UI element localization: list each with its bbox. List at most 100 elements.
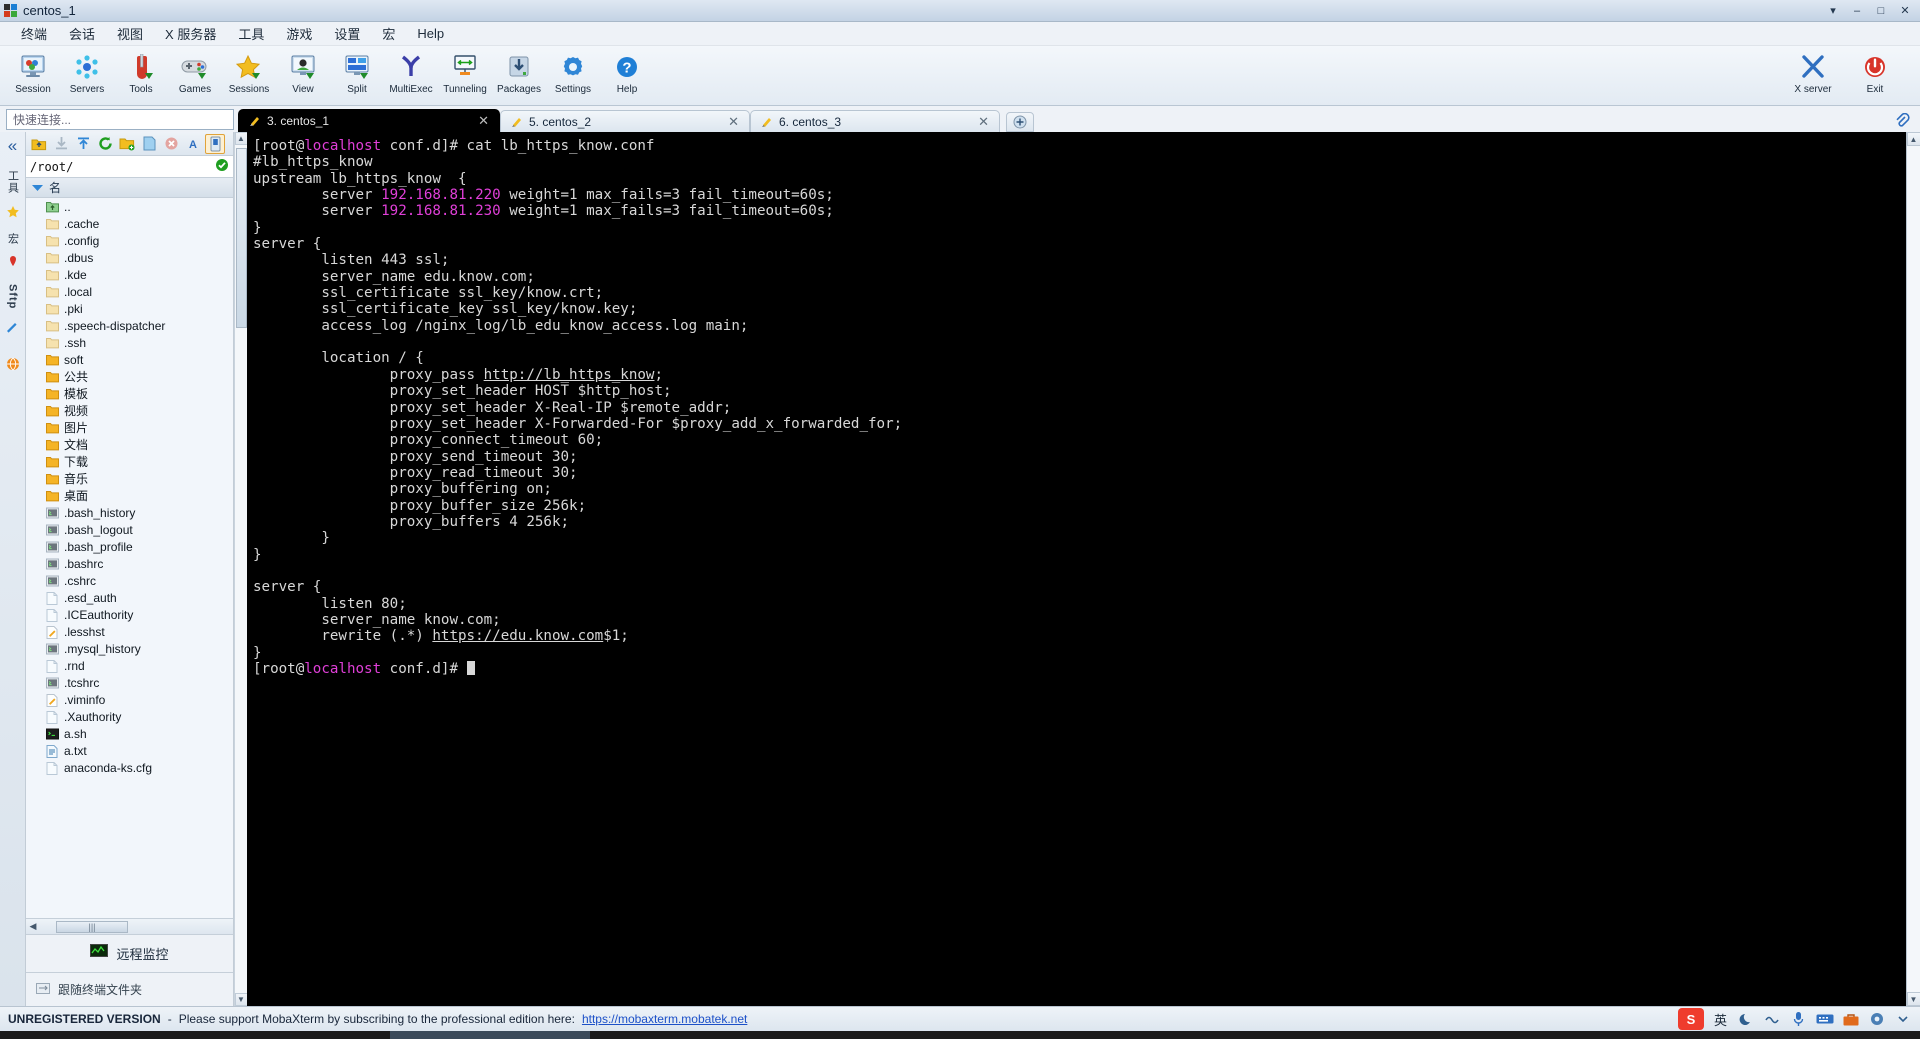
star-icon[interactable]	[6, 205, 20, 222]
mic-icon[interactable]	[1789, 1010, 1808, 1029]
upload-icon[interactable]	[73, 134, 93, 154]
sftp-horizontal-scrollbar[interactable]: ◀ |||	[26, 918, 233, 934]
file-row[interactable]: 视频	[26, 402, 233, 419]
new-folder-icon[interactable]	[117, 134, 137, 154]
close-button[interactable]: ✕	[1894, 3, 1916, 19]
file-row[interactable]: soft	[26, 351, 233, 368]
toolbox-icon[interactable]	[1841, 1010, 1860, 1029]
toolbar-view-button[interactable]: View	[276, 49, 330, 95]
file-row[interactable]: .ssh	[26, 334, 233, 351]
file-row[interactable]: .speech-dispatcher	[26, 317, 233, 334]
follow-terminal-folder-row[interactable]: 跟随终端文件夹	[26, 972, 233, 1006]
file-row[interactable]: 公共	[26, 368, 233, 385]
file-row[interactable]: .esd_auth	[26, 589, 233, 606]
toolbar-tunneling-button[interactable]: Tunneling	[438, 49, 492, 95]
moon-icon[interactable]	[1737, 1010, 1756, 1029]
mobaxterm-link[interactable]: https://mobaxterm.mobatek.net	[582, 1012, 747, 1026]
scroll-track[interactable]	[234, 145, 248, 993]
globe-icon[interactable]	[6, 357, 20, 374]
file-row[interactable]: .Xauthority	[26, 708, 233, 725]
maximize-button[interactable]: □	[1870, 3, 1892, 19]
pin-icon[interactable]	[7, 256, 19, 273]
terminal-scroll-track[interactable]	[1906, 146, 1920, 992]
toolbar-packages-button[interactable]: Packages	[492, 49, 546, 95]
menu-item-help[interactable]: Help	[406, 23, 455, 44]
scroll-down-arrow[interactable]: ▼	[234, 993, 248, 1006]
menu-item-session[interactable]: 会话	[58, 21, 106, 46]
toolbar-servers-button[interactable]: Servers	[60, 49, 114, 95]
menu-item-xserver[interactable]: X 服务器	[154, 21, 227, 46]
tab-close-icon[interactable]: ✕	[728, 114, 739, 130]
scroll-up-arrow[interactable]: ▲	[234, 132, 248, 145]
file-row[interactable]: 模板	[26, 385, 233, 402]
file-row[interactable]: ..	[26, 198, 233, 215]
tab-centos-1[interactable]: 3. centos_1 ✕	[238, 109, 500, 132]
toolbar-games-button[interactable]: Games	[168, 49, 222, 95]
download-icon[interactable]	[51, 134, 71, 154]
file-row[interactable]: .local	[26, 283, 233, 300]
sftp-path-bar[interactable]: /root/	[26, 156, 233, 178]
tab-close-icon[interactable]: ✕	[478, 113, 489, 129]
file-row[interactable]: .lesshst	[26, 623, 233, 640]
attach-icon[interactable]	[1894, 112, 1910, 132]
file-row[interactable]: .dbus	[26, 249, 233, 266]
rail-label-tools[interactable]: 工具	[5, 164, 21, 200]
toolbar-xserver-button[interactable]: X server	[1782, 49, 1844, 95]
toolbar-settings-button[interactable]: Settings	[546, 49, 600, 95]
rail-label-sftp[interactable]: Sftp	[7, 278, 19, 315]
keyboard-icon[interactable]	[1815, 1010, 1834, 1029]
ime-mode-label[interactable]: 英	[1711, 1010, 1730, 1029]
file-row[interactable]: .cache	[26, 215, 233, 232]
file-row[interactable]: .mysql_history	[26, 640, 233, 657]
chevron-icon[interactable]	[1893, 1010, 1912, 1029]
terminal-scroll-up-arrow[interactable]: ▲	[1906, 132, 1920, 146]
rail-label-macros[interactable]: 宏	[5, 227, 21, 251]
quick-connect-input[interactable]: 快速连接...	[6, 108, 234, 130]
toolbar-tools-button[interactable]: Tools	[114, 49, 168, 95]
file-row[interactable]: .bash_history	[26, 504, 233, 521]
file-row[interactable]: a.txt	[26, 742, 233, 759]
file-row[interactable]: .tcshrc	[26, 674, 233, 691]
minimize-button[interactable]: –	[1846, 3, 1868, 19]
terminal-scrollbar[interactable]: ▲ ▼	[1906, 132, 1920, 1006]
parent-folder-icon[interactable]	[29, 134, 49, 154]
remote-monitoring-button[interactable]: 远程监控	[26, 934, 233, 972]
scroll-thumb[interactable]	[235, 148, 247, 328]
file-row[interactable]: .viminfo	[26, 691, 233, 708]
file-row[interactable]: anaconda-ks.cfg	[26, 759, 233, 776]
collapse-sidebar-icon[interactable]: «	[8, 136, 17, 156]
file-row[interactable]: .bash_logout	[26, 521, 233, 538]
file-row[interactable]: .pki	[26, 300, 233, 317]
terminal-output[interactable]: [root@localhost conf.d]# cat lb_https_kn…	[247, 132, 1906, 1006]
sogou-ime-logo-icon[interactable]: S	[1678, 1008, 1704, 1030]
toolbar-split-button[interactable]: Split	[330, 49, 384, 95]
file-row[interactable]: .kde	[26, 266, 233, 283]
file-row[interactable]: 图片	[26, 419, 233, 436]
file-row[interactable]: .config	[26, 232, 233, 249]
toolbar-multiexec-button[interactable]: MultiExec	[384, 49, 438, 95]
scroll-left-arrow[interactable]: ◀	[26, 921, 40, 932]
file-row[interactable]: .cshrc	[26, 572, 233, 589]
new-file-icon[interactable]	[139, 134, 159, 154]
sftp-file-list[interactable]: .. .cache .config .dbus .kde .local .pki .speec…	[26, 198, 233, 918]
menu-item-settings[interactable]: 设置	[323, 21, 371, 46]
menu-item-tools[interactable]: 工具	[227, 21, 275, 46]
menu-item-games[interactable]: 游戏	[275, 21, 323, 46]
menu-item-macros[interactable]: 宏	[371, 21, 406, 46]
file-row[interactable]: .ICEauthority	[26, 606, 233, 623]
file-row[interactable]: 文档	[26, 436, 233, 453]
file-row[interactable]: 下载	[26, 453, 233, 470]
text-mode-icon[interactable]: A	[183, 134, 203, 154]
toolbar-exit-button[interactable]: Exit	[1844, 49, 1906, 95]
settings-icon[interactable]	[1867, 1010, 1886, 1029]
sftp-vertical-scrollbar[interactable]: ▲ ▼	[234, 132, 248, 1006]
file-row[interactable]: .rnd	[26, 657, 233, 674]
toolbar-help-button[interactable]: ? Help	[600, 49, 654, 95]
window-menu-button[interactable]: ▾	[1822, 3, 1844, 19]
scroll-thumb[interactable]: |||	[56, 920, 128, 933]
wave-icon[interactable]	[1763, 1010, 1782, 1029]
tab-centos-3[interactable]: 6. centos_3 ✕	[750, 110, 1000, 132]
sftp-column-header[interactable]: 名	[26, 178, 233, 198]
terminal-scroll-down-arrow[interactable]: ▼	[1906, 992, 1920, 1006]
menu-item-terminal[interactable]: 终端	[10, 21, 58, 46]
